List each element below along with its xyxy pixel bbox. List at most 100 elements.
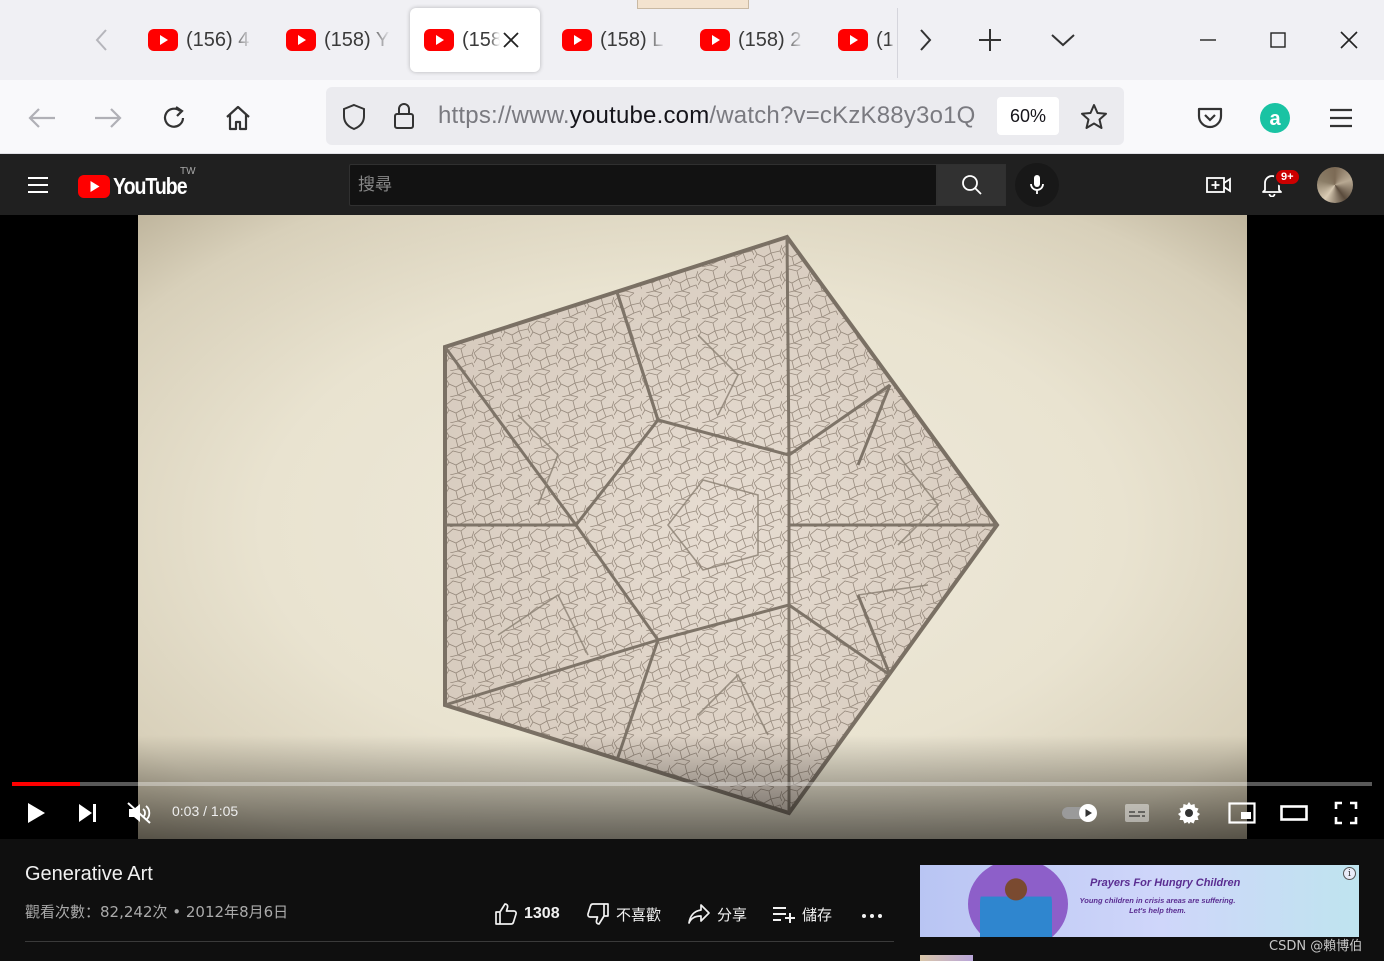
guide-menu-button[interactable] (21, 168, 55, 202)
miniplayer-icon (1228, 802, 1256, 824)
play-button[interactable] (16, 795, 56, 831)
minimize-icon (1200, 39, 1216, 41)
url-path: /watch?v=cKzK88y3o1Q (709, 102, 976, 129)
time-display: 0:03 / 1:05 (172, 803, 238, 819)
create-video-button[interactable] (1202, 168, 1236, 202)
autoplay-toggle[interactable] (1060, 795, 1100, 831)
current-time: 0:03 (172, 803, 200, 819)
dislike-button[interactable]: 不喜歡 (586, 899, 661, 929)
thumbs-up-icon (495, 903, 517, 925)
home-button[interactable] (218, 98, 258, 138)
save-button[interactable]: 儲存 (772, 899, 832, 929)
tab-scroll-right-button[interactable] (905, 20, 945, 60)
duration: 1:05 (210, 803, 239, 819)
progress-bar-played (12, 782, 80, 786)
fullscreen-button[interactable] (1326, 795, 1366, 831)
view-count: 觀看次數：82,242次 (25, 903, 168, 921)
youtube-favicon-icon (148, 29, 178, 51)
youtube-masthead: YouTube TW 9+ (0, 154, 1384, 215)
microphone-icon (1030, 175, 1044, 194)
bookmark-star-icon[interactable] (1079, 102, 1109, 132)
tab-close-icon[interactable] (500, 29, 522, 51)
search-input[interactable] (350, 165, 936, 205)
url-text[interactable]: https://www.youtube.com/watch?v=cKzK88y3… (438, 102, 976, 130)
info-divider (25, 941, 894, 942)
reload-icon (163, 106, 185, 128)
search-button[interactable] (937, 164, 1006, 206)
watermark-text: CSDN @賴博伯 (1269, 939, 1363, 954)
share-label: 分享 (717, 905, 748, 924)
browser-tab-strip: (156) 4 (158) Y (158 (158) L (158) 2 (1 (0, 0, 1384, 80)
hamburger-menu-icon (28, 177, 48, 193)
ad-headline: Prayers For Hungry Children (1090, 877, 1241, 889)
next-video-button[interactable] (68, 795, 108, 831)
thumbs-down-icon (587, 903, 609, 925)
user-avatar[interactable] (1317, 167, 1353, 203)
browser-tab[interactable]: (158 (410, 8, 540, 72)
progress-bar[interactable] (12, 782, 1372, 786)
video-meta: 觀看次數：82,242次 • 2012年8月6日 (25, 901, 288, 922)
ad-info-icon[interactable]: i (1343, 867, 1356, 880)
arrow-right-icon (95, 108, 122, 128)
browser-tab[interactable]: (1 (824, 8, 894, 72)
youtube-logo[interactable]: YouTube (78, 173, 200, 200)
miniplayer-button[interactable] (1222, 795, 1262, 831)
theater-mode-button[interactable] (1274, 795, 1314, 831)
browser-tab[interactable]: (158) L (548, 8, 678, 72)
pocket-button[interactable] (1190, 98, 1230, 138)
mute-button[interactable] (119, 795, 159, 831)
plus-icon (979, 29, 1001, 51)
fullscreen-icon (1334, 801, 1358, 825)
subtitles-button[interactable] (1117, 795, 1157, 831)
arrow-left-icon (28, 108, 55, 128)
app-menu-button[interactable] (1321, 98, 1361, 138)
more-actions-button[interactable] (860, 899, 890, 929)
meta-dot: • (167, 903, 186, 921)
forward-button[interactable] (88, 98, 128, 138)
ad-body-text: Young children in crisis areas are suffe… (1079, 896, 1236, 915)
home-icon (226, 105, 250, 131)
voice-search-button[interactable] (1015, 163, 1059, 207)
window-minimize-button[interactable] (1188, 20, 1228, 60)
lock-icon[interactable] (393, 101, 415, 131)
browser-tab[interactable]: (156) 4 (134, 8, 264, 72)
like-count: 1308 (524, 905, 560, 922)
window-close-button[interactable] (1329, 20, 1369, 60)
extension-button[interactable]: a (1255, 98, 1295, 138)
tab-title: (1 (876, 28, 894, 51)
zoom-level-badge[interactable]: 60% (997, 97, 1059, 135)
reload-button[interactable] (154, 98, 194, 138)
browser-tab[interactable]: (158) Y (272, 8, 402, 72)
video-title: Generative Art (25, 863, 153, 885)
share-button[interactable]: 分享 (687, 899, 747, 929)
subtitles-icon (1125, 804, 1149, 822)
youtube-favicon-icon (424, 29, 454, 51)
youtube-wordmark: YouTube (113, 173, 188, 199)
tracking-protection-shield-icon[interactable] (341, 103, 367, 131)
settings-button[interactable] (1169, 795, 1209, 831)
browser-tab[interactable]: (158) 2 (686, 8, 816, 72)
list-all-tabs-button[interactable] (1043, 20, 1083, 60)
skip-next-icon (79, 804, 96, 822)
new-tab-button[interactable] (970, 20, 1010, 60)
back-button[interactable] (22, 98, 62, 138)
tab-title: (158) 2 (738, 28, 802, 51)
window-maximize-button[interactable] (1258, 20, 1298, 60)
address-bar[interactable]: https://www.youtube.com/watch?v=cKzK88y3… (326, 87, 1124, 145)
video-player[interactable]: 0:03 / 1:05 (0, 215, 1384, 839)
upload-date: 2012年8月6日 (185, 903, 289, 921)
tab-title: (156) 4 (186, 28, 250, 51)
search-box[interactable] (349, 164, 937, 206)
tab-scroll-left-button[interactable] (84, 22, 120, 58)
play-icon (28, 803, 45, 823)
sidebar-ad[interactable]: Prayers For Hungry Children Young childr… (920, 865, 1359, 937)
save-label: 儲存 (802, 905, 833, 924)
close-icon (1340, 31, 1358, 49)
pocket-icon (1197, 107, 1223, 129)
next-video-thumbnail[interactable] (920, 955, 973, 961)
ad-child-image (980, 869, 1052, 937)
youtube-favicon-icon (286, 29, 316, 51)
notification-count-badge: 9+ (1274, 168, 1301, 186)
search-icon (961, 175, 982, 195)
like-button[interactable]: 1308 (494, 899, 560, 929)
